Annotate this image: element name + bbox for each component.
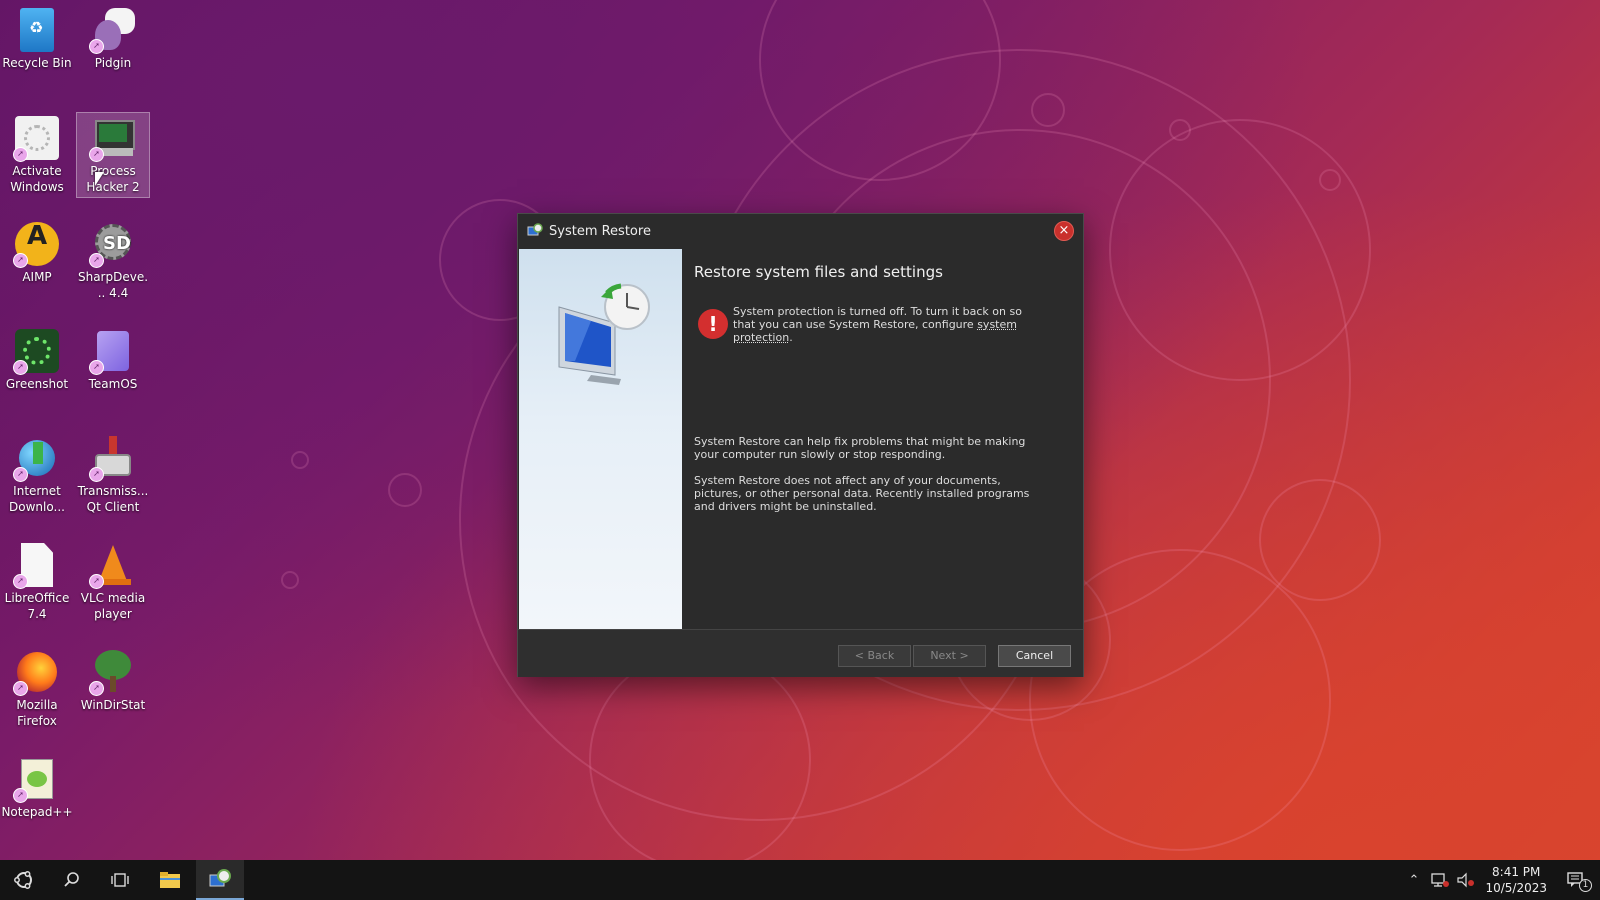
activate-windows-icon: ➚ <box>13 116 59 162</box>
warning-message: System protection is turned off. To turn… <box>733 305 1043 344</box>
shortcut-arrow-icon: ➚ <box>13 574 28 589</box>
desktop-icon-teamos[interactable]: ➚ TeamOS <box>77 329 149 392</box>
desktop-icon-greenshot[interactable]: ➚ Greenshot <box>1 329 73 392</box>
pidgin-icon: ➚ <box>89 8 135 54</box>
taskbar-clock[interactable]: 8:41 PM 10/5/2023 <box>1485 864 1547 896</box>
shortcut-arrow-icon: ➚ <box>13 253 28 268</box>
desktop-icon-label: Greenshot <box>5 377 69 391</box>
libreoffice-icon: ➚ <box>13 543 59 589</box>
desktop-icon-aimp[interactable]: A ➚ AIMP <box>1 222 73 285</box>
dialog-content: Restore system files and settings ! Syst… <box>683 249 1083 629</box>
system-restore-illustration-icon <box>558 283 650 385</box>
desktop-icon-process-hacker[interactable]: ➚ Process Hacker 2 <box>76 112 150 198</box>
dialog-side-panel <box>519 249 682 629</box>
system-restore-taskbar-button[interactable] <box>196 860 244 900</box>
warning-suffix: . <box>789 331 793 344</box>
transmission-icon: ➚ <box>89 436 135 482</box>
next-button[interactable]: Next > <box>913 645 986 667</box>
desktop-icon-windirstat[interactable]: ➚ WinDirStat <box>77 650 149 713</box>
shortcut-arrow-icon: ➚ <box>13 147 28 162</box>
shortcut-arrow-icon: ➚ <box>89 467 104 482</box>
desktop-icon-label: Transmiss... Qt Client <box>77 484 149 514</box>
recycle-bin-icon: ♻ <box>20 8 54 52</box>
internet-download-manager-icon: ➚ <box>13 436 59 482</box>
shortcut-arrow-icon: ➚ <box>13 360 28 375</box>
shortcut-arrow-icon: ➚ <box>89 39 104 54</box>
desktop-icon-label: AIMP <box>22 270 52 284</box>
sharpdevelop-icon: SD ➚ <box>89 222 135 268</box>
clock-time: 8:41 PM <box>1492 865 1541 879</box>
shortcut-arrow-icon: ➚ <box>13 467 28 482</box>
dialog-titlebar[interactable]: System Restore <box>518 214 1083 248</box>
desktop-icon-label: Process Hacker 2 <box>86 164 140 194</box>
vlc-icon: ➚ <box>89 543 135 589</box>
system-tray: ⌃ <box>1404 860 1476 900</box>
shortcut-arrow-icon: ➚ <box>13 681 28 696</box>
desktop-icon-label: Activate Windows <box>10 164 64 194</box>
teamos-icon: ➚ <box>89 329 135 375</box>
info-paragraph-2: System Restore does not affect any of yo… <box>694 474 1030 513</box>
back-button[interactable]: < Back <box>838 645 911 667</box>
desktop-icon-vlc[interactable]: ➚ VLC media player <box>77 543 149 622</box>
desktop-icon-transmission[interactable]: ➚ Transmiss... Qt Client <box>77 436 149 515</box>
shortcut-arrow-icon: ➚ <box>89 253 104 268</box>
desktop-icon-label: LibreOffice 7.4 <box>4 591 70 621</box>
dialog-heading: Restore system files and settings <box>694 263 943 281</box>
volume-muted-icon[interactable] <box>1456 872 1476 888</box>
dialog-footer: < Back Next > Cancel <box>518 629 1083 677</box>
search-button[interactable] <box>48 860 96 900</box>
taskbar: ⌃ 8:41 PM 10/5/2023 1 <box>0 860 1600 900</box>
system-restore-icon <box>209 869 231 887</box>
desktop-icon-notepadpp[interactable]: ➚ Notepad++ <box>1 757 73 820</box>
notepadpp-icon: ➚ <box>13 757 59 803</box>
cancel-button[interactable]: Cancel <box>998 645 1071 667</box>
show-hidden-icons-chevron-icon[interactable]: ⌃ <box>1404 873 1424 888</box>
shortcut-arrow-icon: ➚ <box>89 574 104 589</box>
start-icon <box>14 871 32 889</box>
desktop-icon-sharpdevelop[interactable]: SD ➚ SharpDeve... 4.4 <box>77 222 149 301</box>
search-icon <box>64 872 79 887</box>
desktop-icon-label: Recycle Bin <box>2 56 72 70</box>
desktop-icon-label: WinDirStat <box>80 698 146 712</box>
task-view-icon <box>111 873 129 887</box>
shortcut-arrow-icon: ➚ <box>89 147 104 162</box>
desktop-icon-libreoffice[interactable]: ➚ LibreOffice 7.4 <box>1 543 73 622</box>
desktop-icon-pidgin[interactable]: ➚ Pidgin <box>77 8 149 71</box>
system-restore-dialog: System Restore × Restore system files an… <box>517 213 1084 677</box>
desktop-icon-label: Mozilla Firefox <box>16 698 58 728</box>
aimp-icon: A ➚ <box>13 222 59 268</box>
action-center-button[interactable]: 1 <box>1552 860 1600 900</box>
firefox-icon: ➚ <box>13 650 59 696</box>
desktop-icon-internet-download-manager[interactable]: ➚ Internet Downlo... <box>1 436 73 515</box>
desktop-icon-firefox[interactable]: ➚ Mozilla Firefox <box>1 650 73 729</box>
desktop-icon-label: VLC media player <box>80 591 146 621</box>
file-explorer-icon <box>160 872 180 888</box>
desktop-icon-activate-windows[interactable]: ➚ Activate Windows <box>1 116 73 195</box>
mouse-cursor-icon <box>95 172 104 186</box>
desktop-icon-label: TeamOS <box>88 377 138 391</box>
shortcut-arrow-icon: ➚ <box>13 788 28 803</box>
close-icon: × <box>1058 223 1070 238</box>
shortcut-arrow-icon: ➚ <box>89 360 104 375</box>
info-paragraph-1: System Restore can help fix problems tha… <box>694 435 1026 461</box>
network-icon[interactable] <box>1430 872 1450 888</box>
shortcut-arrow-icon: ➚ <box>89 681 104 696</box>
process-hacker-icon: ➚ <box>89 116 135 162</box>
file-explorer-button[interactable] <box>146 860 194 900</box>
desktop-icon-label: SharpDeve... 4.4 <box>77 270 149 300</box>
clock-date: 10/5/2023 <box>1485 881 1547 895</box>
desktop-icon-label: Pidgin <box>94 56 132 70</box>
greenshot-icon: ➚ <box>13 329 59 375</box>
close-button[interactable]: × <box>1054 221 1074 241</box>
task-view-button[interactable] <box>96 860 144 900</box>
error-icon: ! <box>698 309 728 339</box>
start-button[interactable] <box>0 860 48 900</box>
notification-count-badge: 1 <box>1579 879 1592 892</box>
desktop-icon-recycle-bin[interactable]: ♻ Recycle Bin <box>1 8 73 71</box>
system-restore-icon <box>527 223 543 236</box>
windirstat-icon: ➚ <box>89 650 135 696</box>
dialog-title: System Restore <box>549 223 651 239</box>
desktop-icon-label: Internet Downlo... <box>9 484 65 514</box>
desktop-icon-label: Notepad++ <box>1 805 73 819</box>
